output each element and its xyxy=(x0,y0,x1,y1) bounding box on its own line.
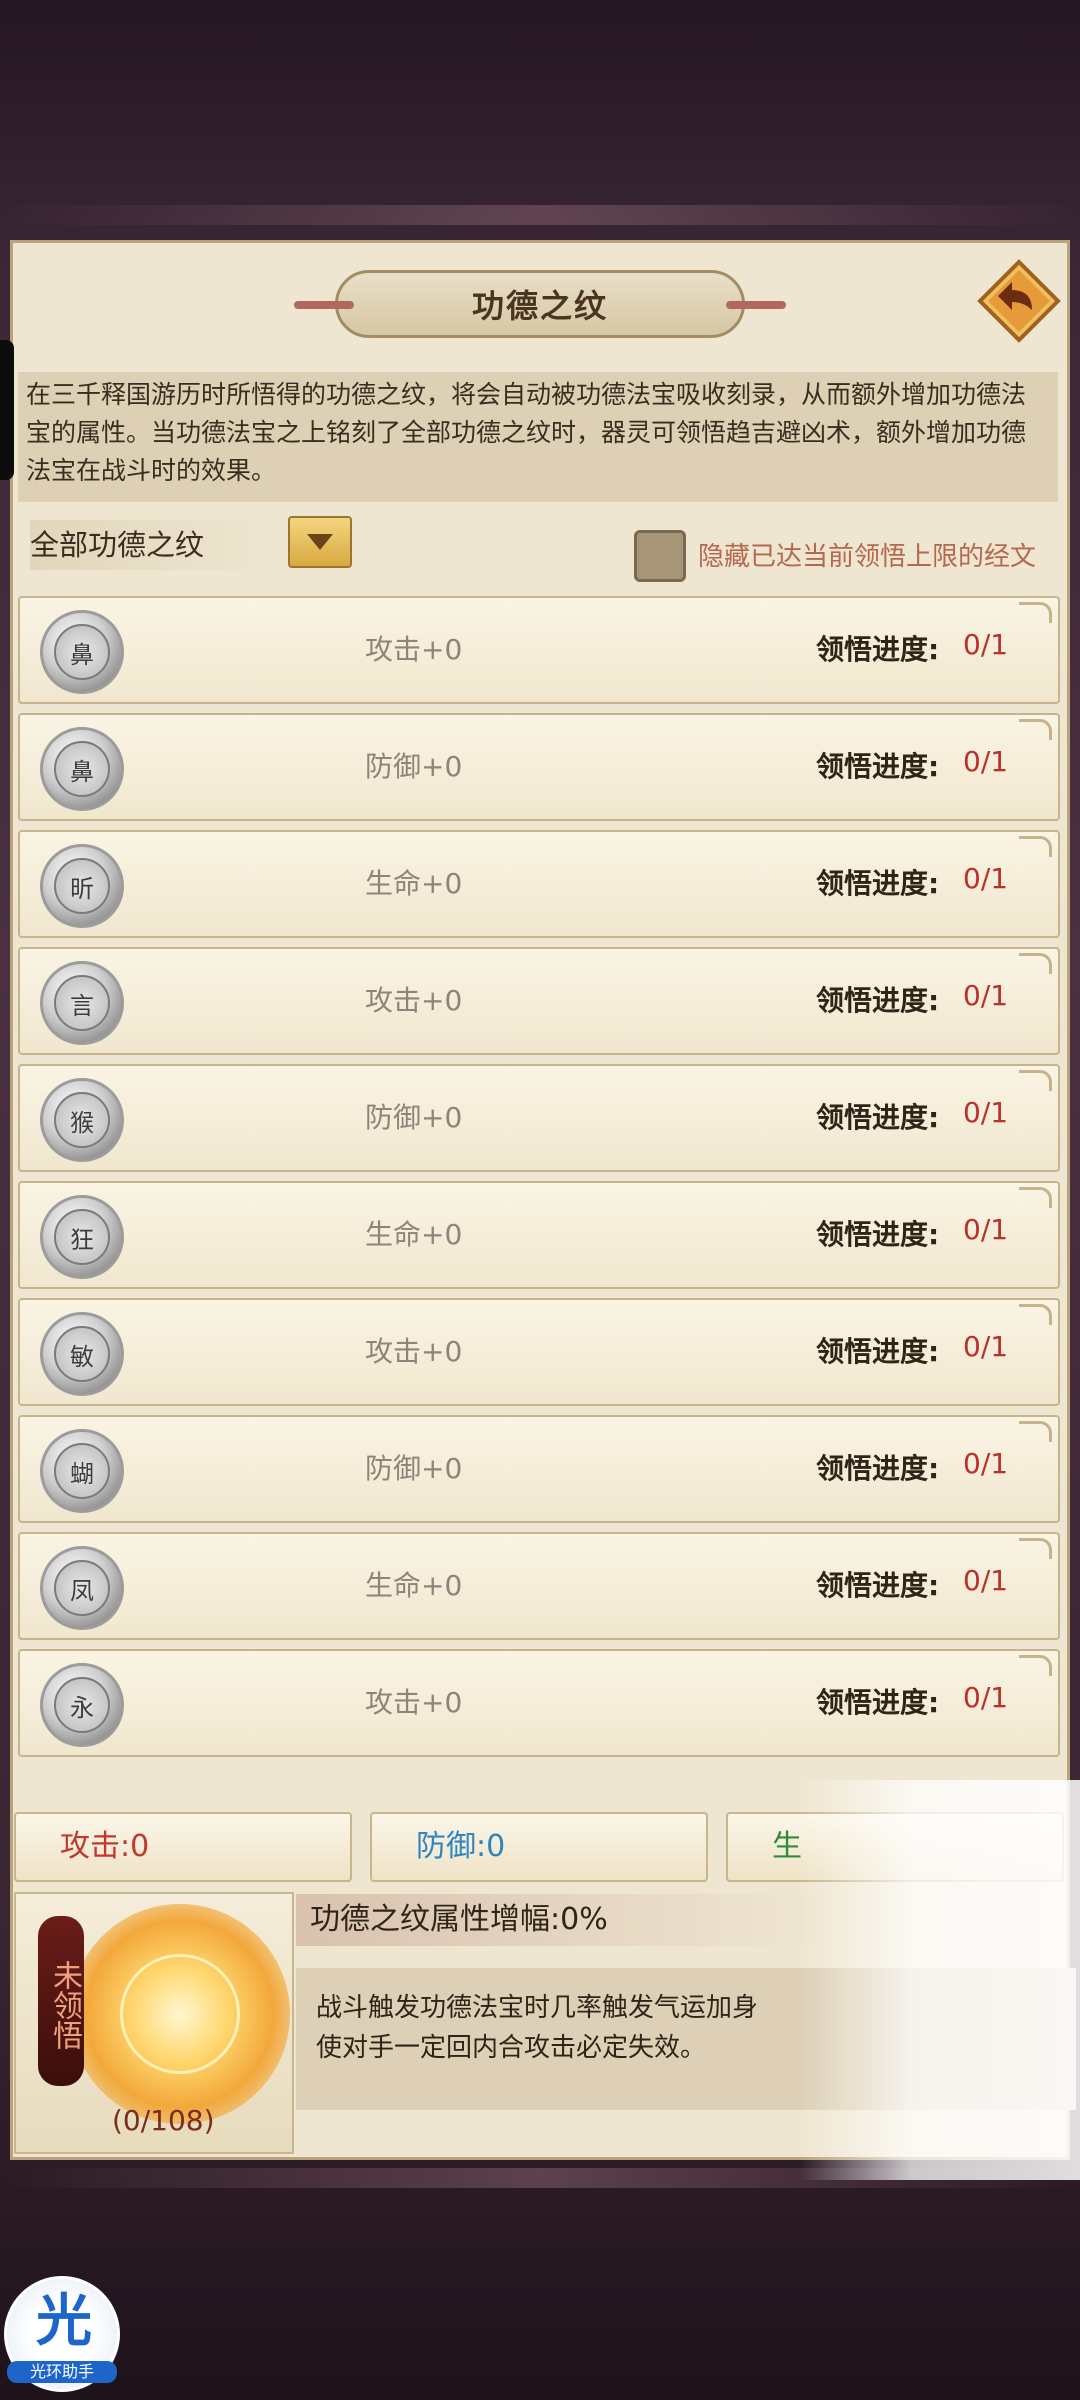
merit-seal-icon: 敏 xyxy=(40,1312,124,1396)
row-stat-text: 防御+0 xyxy=(365,1452,463,1485)
merit-pattern-row[interactable]: 猴 防御+0 领悟进度: 0/1 xyxy=(18,1064,1060,1172)
row-progress-value: 0/1 xyxy=(963,1213,1009,1246)
filter-selected-label[interactable]: 全部功德之纹 xyxy=(30,520,280,570)
merit-emblem-icon xyxy=(70,1904,290,2124)
title-bar: 功德之纹 xyxy=(294,270,786,338)
merit-pattern-row[interactable]: 敏 攻击+0 领悟进度: 0/1 xyxy=(18,1298,1060,1406)
assistant-name: 光环助手 xyxy=(7,2361,117,2383)
row-stat-text: 生命+0 xyxy=(365,867,463,900)
merit-pattern-row[interactable]: 鼻 防御+0 领悟进度: 0/1 xyxy=(18,713,1060,821)
hide-maxed-label: 隐藏已达当前领悟上限的经文 xyxy=(698,542,1037,572)
seal-glyph: 昕 xyxy=(54,858,110,914)
merit-seal-icon: 鼻 xyxy=(40,610,124,694)
row-progress-label: 领悟进度: xyxy=(816,984,940,1017)
row-progress-label: 领悟进度: xyxy=(816,1686,940,1719)
bonus-title: 功德之纹属性增幅:0% xyxy=(296,1894,816,1946)
row-progress-label: 领悟进度: xyxy=(816,1569,940,1602)
row-stat-text: 攻击+0 xyxy=(365,1335,463,1368)
merit-seal-icon: 鼻 xyxy=(40,727,124,811)
merit-pattern-row[interactable]: 狂 生命+0 领悟进度: 0/1 xyxy=(18,1181,1060,1289)
row-progress-value: 0/1 xyxy=(963,979,1009,1012)
page-title: 功德之纹 xyxy=(471,287,608,325)
top-ornament xyxy=(0,205,1080,225)
row-progress-label: 领悟进度: xyxy=(816,1101,940,1134)
merit-pattern-row[interactable]: 永 攻击+0 领悟进度: 0/1 xyxy=(18,1649,1060,1757)
back-arrow-icon xyxy=(977,259,1061,343)
seal-glyph: 敏 xyxy=(54,1326,110,1382)
unlearned-badge: 未领悟 xyxy=(38,1916,84,2086)
merit-seal-icon: 昕 xyxy=(40,844,124,928)
seal-glyph: 鼻 xyxy=(54,624,110,680)
row-stat-text: 防御+0 xyxy=(365,750,463,783)
bonus-frame: 未领悟 (0/108) xyxy=(14,1892,294,2154)
row-stat-text: 攻击+0 xyxy=(365,984,463,1017)
merit-seal-icon: 狂 xyxy=(40,1195,124,1279)
effect-line-1: 战斗触发功德法宝时几率触发气运加身 xyxy=(316,1993,759,2023)
stat-defense: 防御:0 xyxy=(370,1812,708,1882)
merit-pattern-row[interactable]: 鼻 攻击+0 领悟进度: 0/1 xyxy=(18,596,1060,704)
bonus-section: 未领悟 (0/108) 功德之纹属性增幅:0% 战斗触发功德法宝时几率触发气运加… xyxy=(14,1892,1076,2154)
row-progress-value: 0/1 xyxy=(963,628,1009,661)
row-progress-label: 领悟进度: xyxy=(816,1452,940,1485)
merit-seal-icon: 蝴 xyxy=(40,1429,124,1513)
merit-seal-icon: 凤 xyxy=(40,1546,124,1630)
stat-life: 生 xyxy=(726,1812,1064,1882)
bonus-count: (0/108) xyxy=(112,2104,215,2137)
assistant-logo-icon: 光 xyxy=(36,2289,92,2354)
row-progress-value: 0/1 xyxy=(963,1096,1009,1129)
merit-pattern-row[interactable]: 凤 生命+0 领悟进度: 0/1 xyxy=(18,1532,1060,1640)
seal-glyph: 猴 xyxy=(54,1092,110,1148)
merit-seal-icon: 永 xyxy=(40,1663,124,1747)
effect-line-2: 使对手一定回内合攻击必定失效。 xyxy=(316,2033,707,2063)
merit-pattern-row[interactable]: 昕 生命+0 领悟进度: 0/1 xyxy=(18,830,1060,938)
row-stat-text: 生命+0 xyxy=(365,1569,463,1602)
merit-seal-icon: 猴 xyxy=(40,1078,124,1162)
filter-dropdown-button[interactable] xyxy=(288,516,352,568)
row-progress-label: 领悟进度: xyxy=(816,750,940,783)
row-progress-value: 0/1 xyxy=(963,1447,1009,1480)
screen-notch xyxy=(0,340,14,480)
row-progress-label: 领悟进度: xyxy=(816,1335,940,1368)
bonus-effect-box: 战斗触发功德法宝时几率触发气运加身 使对手一定回内合攻击必定失效。 xyxy=(296,1968,1076,2110)
seal-glyph: 蝴 xyxy=(54,1443,110,1499)
merit-pattern-row[interactable]: 言 攻击+0 领悟进度: 0/1 xyxy=(18,947,1060,1055)
row-progress-label: 领悟进度: xyxy=(816,867,940,900)
bottom-ornament xyxy=(0,2168,1080,2188)
row-stat-text: 攻击+0 xyxy=(365,633,463,666)
merit-seal-icon: 言 xyxy=(40,961,124,1045)
row-progress-value: 0/1 xyxy=(963,745,1009,778)
row-progress-value: 0/1 xyxy=(963,1681,1009,1714)
description-text: 在三千释国游历时所悟得的功德之纹，将会自动被功德法宝吸收刻录，从而额外增加功德法… xyxy=(18,372,1058,502)
triangle-down-icon xyxy=(307,534,333,550)
row-stat-text: 防御+0 xyxy=(365,1101,463,1134)
seal-glyph: 凤 xyxy=(54,1560,110,1616)
seal-glyph: 永 xyxy=(54,1677,110,1733)
row-stat-text: 生命+0 xyxy=(365,1218,463,1251)
stats-bar: 攻击:0 防御:0 生 xyxy=(14,1812,1074,1886)
row-stat-text: 攻击+0 xyxy=(365,1686,463,1719)
merit-pattern-row[interactable]: 蝴 防御+0 领悟进度: 0/1 xyxy=(18,1415,1060,1523)
assistant-floating-button[interactable]: 光 光环助手 xyxy=(4,2276,120,2392)
seal-glyph: 狂 xyxy=(54,1209,110,1265)
row-progress-value: 0/1 xyxy=(963,1564,1009,1597)
row-progress-label: 领悟进度: xyxy=(816,1218,940,1251)
seal-glyph: 鼻 xyxy=(54,741,110,797)
row-progress-value: 0/1 xyxy=(963,862,1009,895)
row-progress-value: 0/1 xyxy=(963,1330,1009,1363)
stat-attack: 攻击:0 xyxy=(14,1812,352,1882)
back-button[interactable] xyxy=(976,258,1062,344)
row-progress-label: 领悟进度: xyxy=(816,633,940,666)
hide-maxed-checkbox[interactable] xyxy=(634,530,686,582)
seal-glyph: 言 xyxy=(54,975,110,1031)
